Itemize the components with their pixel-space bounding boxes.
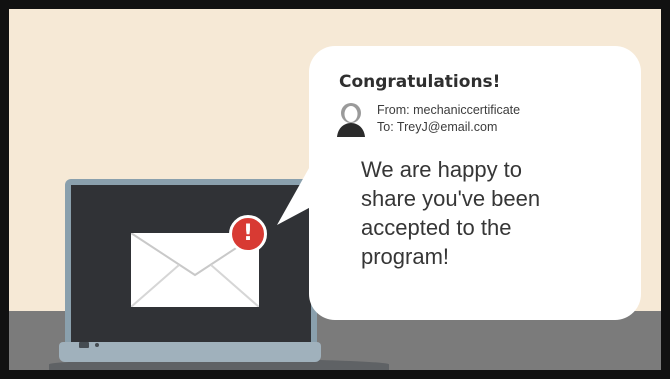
message-line: program! [361,244,450,269]
message-line: We are happy to [361,157,523,182]
illustration-scene: ! Congratulations! From: mechaniccertifi… [9,9,661,370]
message-line: accepted to the [361,215,512,240]
user-avatar-icon [333,101,369,137]
recipient-line: To: TreyJ@email.com [377,120,498,134]
sender-line: From: mechaniccertificate [377,103,521,117]
message-line: share you've been [361,186,541,211]
notification-bubble: Congratulations! From: mechaniccertifica… [309,46,641,320]
notification-title: Congratulations! [339,72,501,92]
laptop-indicator-light [95,343,99,347]
video-frame: ! Congratulations! From: mechaniccertifi… [0,0,670,379]
laptop-port [79,342,89,348]
notification-message: We are happy to share you've been accept… [361,155,621,271]
exclamation-alert-icon: ! [229,215,267,253]
